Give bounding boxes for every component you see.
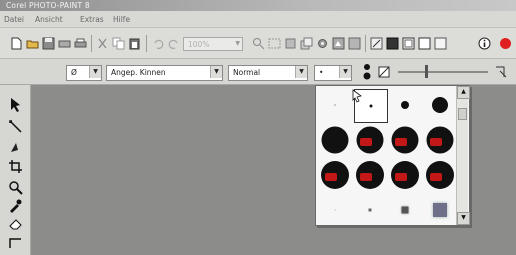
toolbar-divider: [146, 35, 147, 52]
brush-tiny-square[interactable]: [319, 194, 351, 226]
layers-icon[interactable]: [300, 37, 313, 50]
copy-icon[interactable]: [112, 37, 125, 50]
menu-file[interactable]: Datei: [4, 15, 24, 24]
crop-tool-icon[interactable]: [8, 159, 23, 174]
zoom-tool-icon[interactable]: [252, 37, 265, 50]
toolbar-divider: [91, 35, 92, 52]
scroll-down-icon[interactable]: ▼: [457, 212, 470, 225]
zoom-value: 100%: [188, 40, 210, 49]
brush-angle-icon[interactable]: [494, 65, 508, 79]
info-icon[interactable]: [478, 37, 491, 50]
brush-tool-label: Ø: [71, 68, 77, 77]
brush-xl-dot[interactable]: [389, 124, 421, 156]
brush-small-square[interactable]: [354, 194, 386, 226]
property-bar: Ø ▼ Angep. Kinnen ▼ Normal ▼ • ▼: [0, 59, 516, 85]
title-bar: Corel PHOTO-PAINT 8: [0, 0, 516, 11]
menu-bar: Datei Ansicht Extras Hilfe: [0, 11, 516, 28]
menu-tools[interactable]: Extras: [80, 15, 104, 24]
mask-icon[interactable]: [268, 37, 281, 50]
brush-soft-square[interactable]: [424, 194, 456, 226]
brush-large-dot[interactable]: [424, 89, 456, 121]
brush-size-badge-icon: [430, 173, 442, 181]
brush-size-badge-icon: [395, 173, 407, 181]
chevron-down-icon: ▼: [89, 66, 101, 78]
brush-size-badge-icon: [360, 138, 372, 146]
brush-xl-dot[interactable]: [389, 159, 421, 191]
frame-empty-icon[interactable]: [434, 37, 447, 50]
opacity-slider-thumb[interactable]: [425, 65, 428, 78]
brush-size-popup: [315, 85, 470, 226]
toolbar-divider: [365, 35, 366, 52]
object-icon[interactable]: [284, 37, 297, 50]
freehand-tool-icon[interactable]: [8, 140, 23, 155]
brush-xl-dot[interactable]: [424, 159, 456, 191]
effects-icon[interactable]: [332, 37, 345, 50]
scroll-thumb[interactable]: [458, 108, 467, 120]
help-icon[interactable]: [499, 37, 512, 50]
chevron-down-icon: ▼: [210, 66, 222, 78]
opacity-slider-track[interactable]: [398, 71, 488, 73]
nib-size-select[interactable]: • ▼: [314, 65, 352, 81]
brush-tiny-dot[interactable]: [319, 89, 351, 121]
transparency-icon[interactable]: [378, 66, 390, 78]
mouse-cursor-icon: [352, 89, 363, 103]
new-file-icon[interactable]: [10, 37, 23, 50]
pick-tool-icon[interactable]: [8, 97, 23, 112]
nib-shape-icon[interactable]: [362, 63, 372, 81]
line-tool-icon[interactable]: [8, 235, 23, 250]
redo-icon[interactable]: [167, 37, 180, 50]
brush-size-badge-icon: [430, 138, 442, 146]
brush-popup-scrollbar[interactable]: ▲ ▼: [456, 86, 470, 225]
window-title: Corel PHOTO-PAINT 8: [6, 1, 90, 10]
frame-alt-icon[interactable]: [418, 37, 431, 50]
chevron-down-icon: ▼: [339, 66, 351, 78]
brush-medium-square[interactable]: [389, 194, 421, 226]
open-folder-icon[interactable]: [26, 37, 39, 50]
undo-icon[interactable]: [152, 37, 165, 50]
brush-type-value: Angep. Kinnen: [111, 68, 166, 77]
brush-size-badge-icon: [395, 138, 407, 146]
eraser-tool-icon[interactable]: [8, 216, 23, 231]
paint-mode-value: Normal: [233, 68, 261, 77]
chevron-down-icon: ▼: [295, 66, 307, 78]
brush-xl-dot[interactable]: [319, 124, 351, 156]
scan-icon[interactable]: [58, 37, 71, 50]
cut-icon[interactable]: [96, 37, 109, 50]
menu-help[interactable]: Hilfe: [113, 15, 130, 24]
nib-preview: •: [319, 68, 324, 77]
brush-size-badge-icon: [360, 173, 372, 181]
brush-size-badge-icon: [325, 173, 337, 181]
print-icon[interactable]: [74, 37, 87, 50]
frame-icon[interactable]: [402, 37, 415, 50]
standard-toolbar: 100% ▼: [0, 28, 516, 59]
eyedropper-tool-icon[interactable]: [8, 198, 23, 213]
scroll-up-icon[interactable]: ▲: [457, 86, 470, 99]
chevron-down-icon: ▼: [235, 40, 240, 47]
brush-tool-selector[interactable]: Ø ▼: [66, 65, 102, 81]
brush-xl-dot[interactable]: [319, 159, 351, 191]
save-icon[interactable]: [42, 37, 55, 50]
paint-mode-select[interactable]: Normal ▼: [228, 65, 308, 81]
brush-xl-dot[interactable]: [354, 159, 386, 191]
brush-xl-dot[interactable]: [424, 124, 456, 156]
menu-view[interactable]: Ansicht: [35, 15, 63, 24]
brush-medium-dot[interactable]: [389, 89, 421, 121]
mask-tool-icon[interactable]: [8, 119, 23, 134]
brush-settings-icon[interactable]: [370, 37, 383, 50]
tool-options-icon[interactable]: [348, 37, 361, 50]
brush-type-select[interactable]: Angep. Kinnen ▼: [106, 65, 223, 81]
toolbox: [0, 85, 31, 255]
settings-icon[interactable]: [316, 37, 329, 50]
zoom-level-combo[interactable]: 100% ▼: [183, 37, 243, 51]
brush-xl-dot[interactable]: [354, 124, 386, 156]
zoom-tool-icon[interactable]: [8, 180, 23, 195]
paste-icon[interactable]: [128, 37, 141, 50]
color-roll-up-icon[interactable]: [386, 37, 399, 50]
